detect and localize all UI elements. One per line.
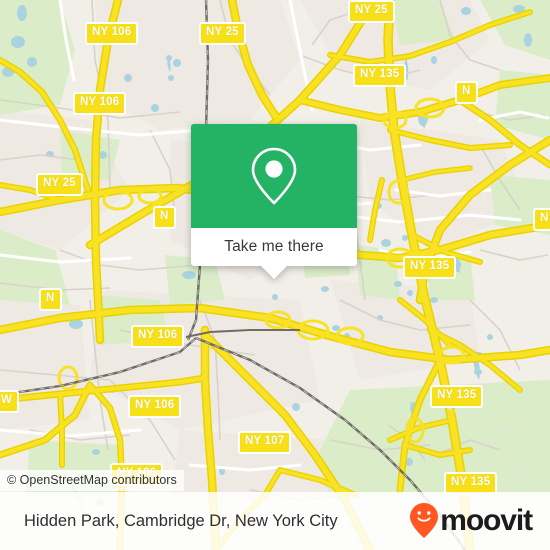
county-shield-n-c: N: [533, 208, 550, 231]
route-shield-ny25-c: NY 25: [36, 173, 83, 196]
callout-icon-area: [191, 124, 357, 228]
route-shield-ny106-a: NY 106: [85, 22, 139, 45]
route-shield-ny135-c: NY 135: [430, 385, 484, 408]
take-me-there-label: Take me there: [224, 238, 324, 255]
map-screenshot: NY 106 NY 25 NY 25 NY 106 NY 135 N NY 25…: [0, 0, 550, 550]
route-shield-ny25-b: NY 25: [348, 0, 395, 23]
route-shield-ny25-a: NY 25: [199, 22, 246, 45]
county-shield-n-a: N: [455, 81, 478, 104]
callout-tail-pointer: [261, 266, 287, 279]
route-shield-ny106-b: NY 106: [73, 92, 127, 115]
moovit-brand[interactable]: moovit: [409, 502, 533, 540]
callout-action-area[interactable]: Take me there: [191, 228, 357, 279]
moovit-smiley-pin-icon: [410, 503, 439, 538]
map-pin-icon: [251, 147, 297, 205]
footer-bar: Hidden Park, Cambridge Dr, New York City…: [0, 492, 550, 550]
route-shield-ny106-c: NY 106: [131, 325, 185, 348]
route-shield-ny135-b: NY 135: [403, 256, 457, 279]
route-shield-ny107: NY 107: [238, 431, 292, 454]
location-callout-card[interactable]: Take me there: [191, 124, 357, 279]
county-shield-n-b: N: [153, 206, 176, 229]
route-shield-ny135-a: NY 135: [353, 64, 407, 87]
map-attribution[interactable]: © OpenStreetMap contributors: [0, 470, 184, 491]
location-title: Hidden Park, Cambridge Dr, New York City: [24, 511, 338, 530]
moovit-wordmark: moovit: [440, 504, 533, 537]
county-shield-n-d: N: [39, 288, 62, 311]
route-shield-ny106-d: NY 106: [128, 395, 182, 418]
county-shield-w: W: [0, 390, 20, 413]
